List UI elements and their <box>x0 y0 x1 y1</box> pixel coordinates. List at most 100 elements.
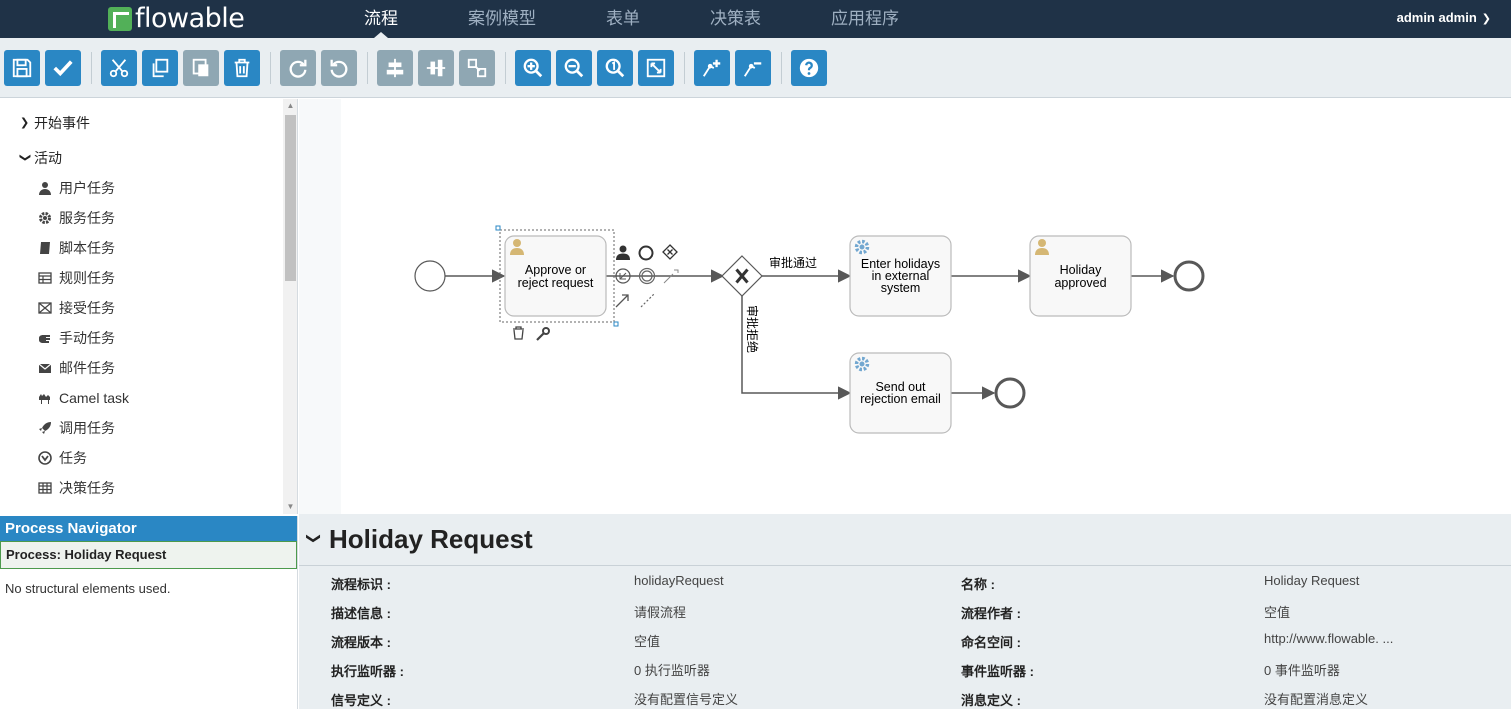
nav-tab-forms[interactable]: 表单 <box>606 0 640 38</box>
trash-icon[interactable] <box>513 326 524 340</box>
undo-icon <box>330 59 348 78</box>
palette-item-camel-task[interactable]: Camel task <box>38 388 129 408</box>
flow-label-rejected[interactable]: 审批拒绝 <box>745 305 760 353</box>
end-event-rejected[interactable] <box>994 377 1026 409</box>
task-label-line-1: Holiday <box>1060 263 1102 277</box>
palette-item-service-task[interactable]: 服务任务 <box>38 208 115 228</box>
rocket-icon <box>39 422 51 434</box>
prop-value-version[interactable]: 空值 <box>634 631 660 650</box>
zoom-fit-button[interactable] <box>638 50 674 86</box>
canvas-area: Approve or reject request 审批通过 审批拒绝 Ente… <box>299 99 1511 514</box>
nav-tab-apps[interactable]: 应用程序 <box>831 0 899 38</box>
palette-item-decision-task[interactable]: 决策任务 <box>38 478 115 498</box>
flowable-logo[interactable]: flowable <box>108 3 245 35</box>
palette-group-start-events[interactable]: ❯ 开始事件 <box>20 113 90 133</box>
help-button[interactable] <box>791 50 827 86</box>
prop-label-namespace: 命名空间 : <box>961 635 1021 650</box>
palette-item-task[interactable]: 任务 <box>38 448 87 468</box>
start-event[interactable] <box>414 260 446 292</box>
end-event-approved[interactable] <box>1173 260 1205 292</box>
properties-title: Holiday Request <box>329 524 533 554</box>
toolbar-separator <box>781 52 782 84</box>
connect-sequence-flow-icon[interactable] <box>615 294 629 308</box>
flow-label-approved[interactable]: 审批通过 <box>769 255 817 270</box>
align-horizontal-icon <box>386 58 404 78</box>
align-horizontal-button[interactable] <box>377 50 413 86</box>
toolbar-separator <box>270 52 271 84</box>
exclusive-gateway[interactable] <box>721 255 763 297</box>
zoom-out-button[interactable] <box>556 50 592 86</box>
prop-label-execution-listeners: 执行监听器 : <box>331 664 404 679</box>
undo-button[interactable] <box>321 50 357 86</box>
save-button[interactable] <box>4 50 40 86</box>
cut-button[interactable] <box>101 50 137 86</box>
palette-item-manual-task[interactable]: 手动任务 <box>38 328 115 348</box>
redo-button[interactable] <box>280 50 316 86</box>
prop-value-author[interactable]: 空值 <box>1264 602 1290 621</box>
task-enter-holidays[interactable]: Enter holidays in external system <box>849 235 952 317</box>
script-icon <box>40 242 50 254</box>
palette-item-user-task[interactable]: 用户任务 <box>38 178 115 198</box>
palette-group-activities[interactable]: ❯ 活动 <box>19 148 62 168</box>
nav-tab-case-models[interactable]: 案例模型 <box>468 0 536 38</box>
user-menu[interactable]: admin admin ❯ <box>1397 0 1491 38</box>
toolbar-separator <box>684 52 685 84</box>
zoom-in-button[interactable] <box>515 50 551 86</box>
scissors-icon <box>109 59 129 78</box>
palette-item-receive-task[interactable]: 接受任务 <box>38 298 115 318</box>
add-bendpoint-icon <box>702 59 721 77</box>
align-vertical-button[interactable] <box>418 50 454 86</box>
prop-value-message-definitions[interactable]: 没有配置消息定义 <box>1264 689 1368 708</box>
same-size-button[interactable] <box>459 50 495 86</box>
align-vertical-icon <box>426 59 446 77</box>
navigator-empty-text: No structural elements used. <box>5 581 171 596</box>
remove-bendpoint-button[interactable] <box>735 50 771 86</box>
prop-value-execution-listeners[interactable]: 0 执行监听器 <box>634 660 710 679</box>
palette-item-mail-task[interactable]: 邮件任务 <box>38 358 115 378</box>
paste-icon <box>192 58 209 77</box>
nav-tab-decision-tables[interactable]: 决策表 <box>710 0 761 38</box>
table-icon <box>38 272 52 284</box>
append-end-event-icon[interactable] <box>638 245 654 261</box>
envelope-x-icon <box>38 302 52 314</box>
palette-item-call-activity[interactable]: 调用任务 <box>38 418 115 438</box>
zoom-actual-icon <box>605 58 625 78</box>
append-user-task-icon[interactable] <box>616 245 630 261</box>
properties-panel: ❯ Holiday Request 流程标识 : holidayRequest … <box>299 514 1511 709</box>
scrollbar-thumb[interactable] <box>285 115 296 281</box>
task-send-rejection-email[interactable]: Send out rejection email <box>849 352 952 434</box>
scroll-down-arrow-icon[interactable]: ▼ <box>283 502 297 512</box>
prop-label-version: 流程版本 : <box>331 635 391 650</box>
validate-button[interactable] <box>45 50 81 86</box>
zoom-actual-button[interactable] <box>597 50 633 86</box>
prop-value-signal-definitions[interactable]: 没有配置信号定义 <box>634 689 738 708</box>
same-size-icon <box>467 58 487 78</box>
palette-item-rule-task[interactable]: 规则任务 <box>38 268 115 288</box>
task-holiday-approved[interactable]: Holiday approved <box>1029 235 1132 317</box>
palette-scrollbar[interactable]: ▲ ▼ <box>283 99 297 514</box>
resize-handle[interactable] <box>613 321 619 327</box>
wrench-icon[interactable] <box>536 327 550 341</box>
bpmn-canvas[interactable]: Approve or reject request 审批通过 审批拒绝 Ente… <box>341 99 1511 514</box>
connect-association-icon[interactable] <box>640 293 655 308</box>
navigator-process-item[interactable]: Process: Holiday Request <box>0 541 297 569</box>
remove-bendpoint-icon <box>743 62 762 77</box>
task-approve-or-reject[interactable]: Approve or reject request <box>504 235 607 317</box>
properties-header[interactable]: ❯ Holiday Request <box>299 514 1511 566</box>
scroll-up-arrow-icon[interactable]: ▲ <box>283 101 297 111</box>
prop-value-documentation[interactable]: 请假流程 <box>634 602 686 621</box>
palette-item-script-task[interactable]: 脚本任务 <box>38 238 115 258</box>
paste-button[interactable] <box>183 50 219 86</box>
add-bendpoint-button[interactable] <box>694 50 730 86</box>
copy-button[interactable] <box>142 50 178 86</box>
prop-value-name[interactable]: Holiday Request <box>1264 573 1359 588</box>
toolbar-separator <box>367 52 368 84</box>
chevron-down-icon[interactable]: ❯ <box>306 533 323 547</box>
append-gateway-icon[interactable] <box>662 244 678 260</box>
delete-button[interactable] <box>224 50 260 86</box>
resize-handle[interactable] <box>495 225 501 231</box>
prop-value-process-id[interactable]: holidayRequest <box>634 573 724 588</box>
prop-value-event-listeners[interactable]: 0 事件监听器 <box>1264 660 1340 679</box>
floppy-icon <box>12 58 32 78</box>
prop-value-namespace[interactable]: http://www.flowable. ... <box>1264 631 1393 646</box>
